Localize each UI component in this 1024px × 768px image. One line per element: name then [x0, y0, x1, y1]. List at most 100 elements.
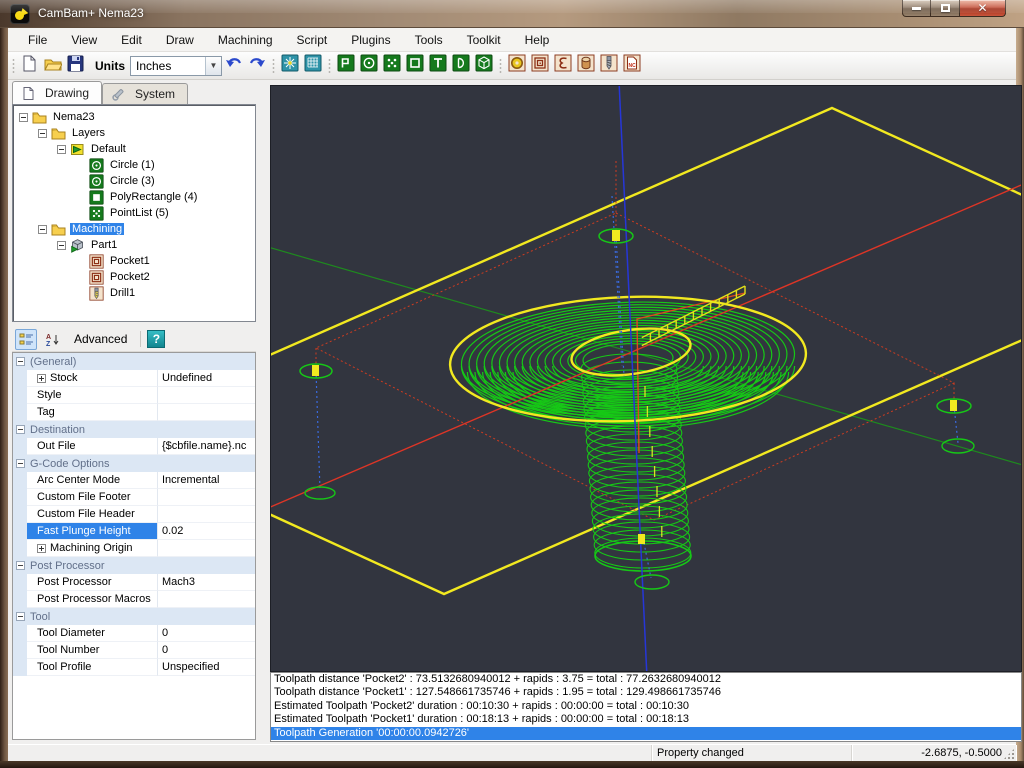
property-row-custom-file-footer[interactable]: Custom File Footer: [13, 489, 255, 506]
log-line[interactable]: Toolpath distance 'Pocket2' : 73.5132680…: [271, 673, 1021, 686]
redo-button[interactable]: [245, 54, 268, 77]
draw-points-button[interactable]: [380, 54, 403, 77]
close-button[interactable]: ✕: [959, 0, 1006, 17]
category-collapse-icon[interactable]: [16, 357, 25, 366]
menu-item-toolkit[interactable]: Toolkit: [457, 30, 511, 50]
tree-expander-icon[interactable]: [57, 241, 66, 250]
property-category-destination[interactable]: Destination: [13, 421, 255, 438]
property-row-post-processor[interactable]: Post Processor Mach3: [13, 574, 255, 591]
property-name[interactable]: Tag: [27, 404, 158, 421]
property-value[interactable]: [158, 591, 255, 608]
open-file-button[interactable]: [41, 54, 64, 77]
snap-button[interactable]: [278, 54, 301, 77]
property-category-g-code-options[interactable]: G-Code Options: [13, 455, 255, 472]
mop-profile-button[interactable]: [505, 54, 528, 77]
property-name[interactable]: Tool Profile: [27, 659, 158, 676]
draw-rectangle-button[interactable]: [403, 54, 426, 77]
property-row-machining-origin[interactable]: Machining Origin: [13, 540, 255, 557]
log-line[interactable]: Estimated Toolpath 'Pocket2' duration : …: [271, 700, 1021, 713]
menu-item-view[interactable]: View: [61, 30, 107, 50]
tree-item-part1[interactable]: Part1: [13, 237, 255, 253]
titlebar[interactable]: CamBam+ Nema23 ✕: [0, 0, 1024, 28]
property-row-fast-plunge-height[interactable]: Fast Plunge Height 0.02: [13, 523, 255, 540]
maximize-button[interactable]: [931, 0, 959, 17]
property-name[interactable]: Custom File Header: [27, 506, 158, 523]
category-collapse-icon[interactable]: [16, 561, 25, 570]
mop-pocket-button[interactable]: [528, 54, 551, 77]
save-file-button[interactable]: [64, 54, 87, 77]
property-row-tool-diameter[interactable]: Tool Diameter 0: [13, 625, 255, 642]
property-value[interactable]: Unspecified: [158, 659, 255, 676]
property-name[interactable]: Tool Number: [27, 642, 158, 659]
new-file-button[interactable]: [18, 54, 41, 77]
property-name[interactable]: Post Processor: [27, 574, 158, 591]
property-row-arc-center-mode[interactable]: Arc Center Mode Incremental: [13, 472, 255, 489]
draw-surface-button[interactable]: [472, 54, 495, 77]
menu-item-machining[interactable]: Machining: [208, 30, 283, 50]
property-row-stock[interactable]: Stock Undefined: [13, 370, 255, 387]
expand-icon[interactable]: [37, 544, 46, 553]
tree-item-pocket2[interactable]: Pocket2: [13, 269, 255, 285]
alphabetical-sort-button[interactable]: A Z: [41, 329, 63, 350]
property-value[interactable]: Mach3: [158, 574, 255, 591]
property-row-tool-number[interactable]: Tool Number 0: [13, 642, 255, 659]
tree-expander-icon[interactable]: [38, 129, 47, 138]
expand-icon[interactable]: [37, 374, 46, 383]
tree-expander-icon[interactable]: [38, 225, 47, 234]
tree-item-drill1[interactable]: Drill1: [13, 285, 255, 301]
tree-item-nema23[interactable]: Nema23: [13, 109, 255, 125]
tree-item-default[interactable]: Default: [13, 141, 255, 157]
property-value[interactable]: [158, 387, 255, 404]
property-row-out-file[interactable]: Out File {$cbfile.name}.nc: [13, 438, 255, 455]
mop-lathe-button[interactable]: [574, 54, 597, 77]
property-value[interactable]: [158, 506, 255, 523]
property-row-tag[interactable]: Tag: [13, 404, 255, 421]
property-category-tool[interactable]: Tool: [13, 608, 255, 625]
property-value[interactable]: 0: [158, 625, 255, 642]
property-name[interactable]: Tool Diameter: [27, 625, 158, 642]
property-value[interactable]: Undefined: [158, 370, 255, 387]
property-category-post-processor[interactable]: Post Processor: [13, 557, 255, 574]
property-value[interactable]: {$cbfile.name}.nc: [158, 438, 255, 455]
property-category-general[interactable]: (General): [13, 353, 255, 370]
category-collapse-icon[interactable]: [16, 612, 25, 621]
property-name[interactable]: Stock: [27, 370, 158, 387]
property-row-tool-profile[interactable]: Tool Profile Unspecified: [13, 659, 255, 676]
property-value[interactable]: [158, 489, 255, 506]
property-name[interactable]: Post Processor Macros: [27, 591, 158, 608]
units-combobox[interactable]: Inches ▼: [130, 56, 222, 76]
menu-item-plugins[interactable]: Plugins: [341, 30, 400, 50]
mop-drill-button[interactable]: [597, 54, 620, 77]
log-line[interactable]: Toolpath distance 'Pocket1' : 127.548661…: [271, 686, 1021, 699]
advanced-button[interactable]: Advanced: [67, 330, 134, 348]
property-name[interactable]: Style: [27, 387, 158, 404]
minimize-button[interactable]: [902, 0, 931, 17]
mop-gcode-button[interactable]: NC: [620, 54, 643, 77]
tree-expander-icon[interactable]: [57, 145, 66, 154]
property-row-custom-file-header[interactable]: Custom File Header: [13, 506, 255, 523]
grid-button[interactable]: [301, 54, 324, 77]
mop-engrave-button[interactable]: [551, 54, 574, 77]
tree-expander-icon[interactable]: [19, 113, 28, 122]
menu-item-file[interactable]: File: [18, 30, 57, 50]
property-value[interactable]: 0: [158, 642, 255, 659]
tree-item-layers[interactable]: Layers: [13, 125, 255, 141]
property-name[interactable]: Arc Center Mode: [27, 472, 158, 489]
viewport-3d[interactable]: [270, 85, 1022, 672]
menu-item-draw[interactable]: Draw: [156, 30, 204, 50]
tree-item-pointlist-5[interactable]: PointList (5): [13, 205, 255, 221]
draw-circle-button[interactable]: [357, 54, 380, 77]
menu-item-tools[interactable]: Tools: [405, 30, 453, 50]
tree-item-circle-1[interactable]: Circle (1): [13, 157, 255, 173]
property-name[interactable]: Fast Plunge Height: [27, 523, 158, 540]
undo-button[interactable]: [222, 54, 245, 77]
tree-item-polyrectangle-4[interactable]: PolyRectangle (4): [13, 189, 255, 205]
log-line[interactable]: Toolpath Generation '00:00:00.0942726': [271, 727, 1021, 740]
tab-system[interactable]: System: [102, 83, 188, 104]
menu-item-edit[interactable]: Edit: [111, 30, 152, 50]
tree-item-circle-3[interactable]: Circle (3): [13, 173, 255, 189]
menu-item-help[interactable]: Help: [515, 30, 560, 50]
tree-item-pocket1[interactable]: Pocket1: [13, 253, 255, 269]
category-collapse-icon[interactable]: [16, 459, 25, 468]
property-row-style[interactable]: Style: [13, 387, 255, 404]
